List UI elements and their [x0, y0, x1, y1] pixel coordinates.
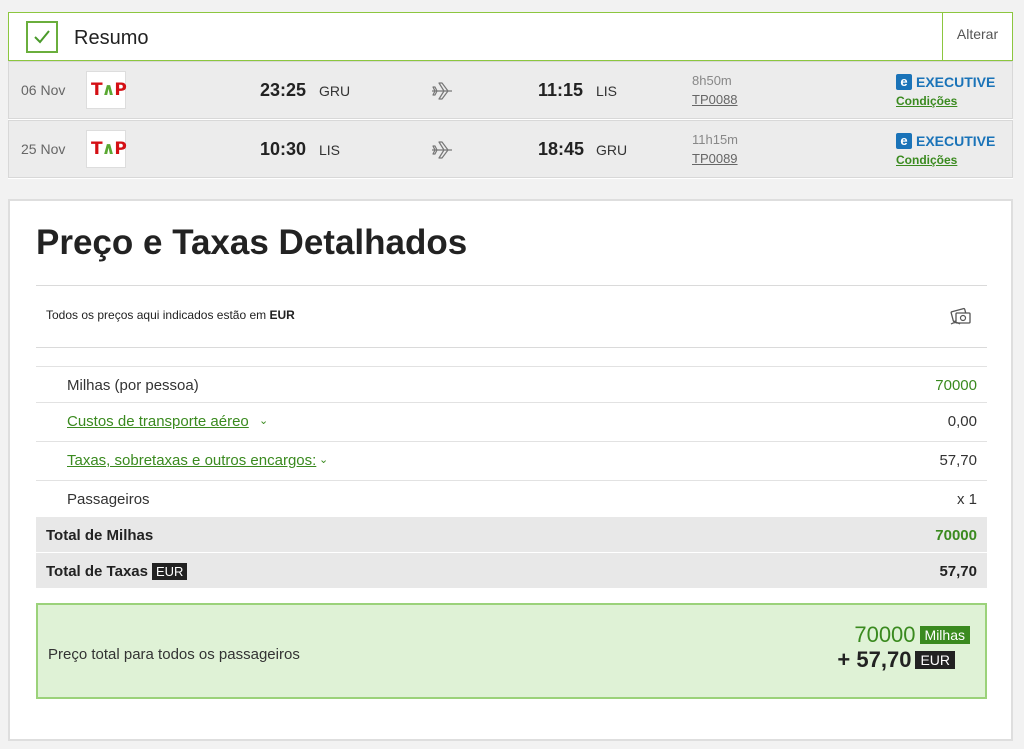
arrival-airport: LIS: [596, 83, 618, 99]
row-label-group: Total de Taxas EUR: [46, 563, 188, 580]
airline-logo: T∧P: [86, 130, 127, 168]
grand-total-eur: + 57,70 EUR: [837, 647, 955, 673]
tap-logo-icon: T∧P: [91, 80, 127, 100]
total-miles-row: Total de Milhas 70000: [36, 516, 987, 552]
cabin-label: EXECUTIVE: [916, 132, 996, 149]
flight-row: 25 Nov T∧P 10:30 LIS 18:45 GRU 11h15m TP…: [8, 120, 1013, 178]
executive-icon: e: [896, 73, 912, 90]
eur-tag: EUR: [915, 651, 955, 669]
departure-airport: GRU: [319, 83, 351, 99]
arrival-time: 18:45: [538, 139, 585, 159]
arrival-airport: GRU: [596, 142, 628, 158]
conditions-link[interactable]: Condições: [896, 94, 957, 108]
price-row-transport[interactable]: Custos de transporte aéreo ⌄ 0,00: [36, 402, 987, 441]
page-title: Preço e Taxas Detalhados: [36, 223, 468, 262]
price-row-miles: Milhas (por pessoa) 70000: [36, 366, 987, 402]
arrival-time: 11:15: [538, 80, 584, 100]
flight-row: 06 Nov T∧P 23:25 GRU 11:15 LIS 8h50m TP0…: [8, 61, 1013, 119]
chevron-down-icon[interactable]: ⌄: [319, 453, 328, 466]
departure-time: 10:30: [260, 139, 307, 159]
divider: [36, 347, 987, 348]
airline-logo: T∧P: [86, 71, 127, 109]
grand-total-miles: 70000 Milhas: [854, 622, 970, 648]
row-label: Total de Milhas: [46, 527, 154, 544]
row-value: x 1: [956, 491, 977, 508]
summary-card: Resumo Alterar 06 Nov T∧P 23:25 GRU 11:1…: [8, 12, 1013, 179]
currency-note-text: Todos os preços aqui indicados estão em: [46, 308, 267, 322]
divider: [36, 285, 987, 286]
departure-time: 23:25: [260, 80, 307, 100]
change-button[interactable]: Alterar: [942, 13, 1012, 60]
row-label: Passageiros: [67, 491, 150, 508]
grand-total-label: Preço total para todos os passageiros: [48, 646, 300, 663]
row-value: 70000: [935, 377, 977, 394]
grand-total-eur-value: + 57,70: [837, 647, 912, 672]
price-row-taxes[interactable]: Taxas, sobretaxas e outros encargos: ⌄ 5…: [36, 441, 987, 480]
executive-icon: e: [896, 132, 912, 149]
total-taxes-row: Total de Taxas EUR 57,70: [36, 552, 987, 588]
miles-tag: Milhas: [919, 626, 970, 644]
currency-note: Todos os preços aqui indicados estão em …: [46, 308, 295, 322]
row-value: 57,70: [939, 563, 977, 580]
tap-logo-icon: T∧P: [91, 139, 127, 159]
conditions-link[interactable]: Condições: [896, 153, 957, 167]
price-row-passengers: Passageiros x 1: [36, 480, 987, 516]
cabin-class: e EXECUTIVE: [896, 73, 995, 91]
summary-header: Resumo Alterar: [8, 12, 1013, 61]
flight-date: 25 Nov: [21, 141, 66, 157]
flight-duration: 8h50m: [692, 73, 732, 88]
cabin-label: EXECUTIVE: [916, 73, 996, 90]
currency-code: EUR: [269, 308, 295, 322]
price-panel: Preço e Taxas Detalhados Todos os preços…: [8, 199, 1013, 741]
check-icon: [26, 21, 58, 53]
row-value: 70000: [935, 527, 977, 544]
row-label: Total de Taxas: [46, 563, 148, 580]
row-label: Milhas (por pessoa): [67, 377, 199, 394]
departure-airport: LIS: [319, 142, 341, 158]
plane-icon: [432, 141, 452, 159]
taxes-link[interactable]: Taxas, sobretaxas e outros encargos:: [67, 452, 316, 469]
row-value: 57,70: [939, 452, 977, 469]
chevron-down-icon[interactable]: ⌄: [259, 414, 268, 427]
flight-number-link[interactable]: TP0088: [692, 92, 738, 107]
grand-total-box: Preço total para todos os passageiros 70…: [36, 603, 987, 699]
transport-costs-link[interactable]: Custos de transporte aéreo: [67, 413, 249, 430]
plane-icon: [432, 82, 452, 100]
row-value: 0,00: [947, 413, 977, 430]
grand-total-miles-value: 70000: [854, 622, 916, 647]
cabin-class: e EXECUTIVE: [896, 132, 995, 150]
flight-number-link[interactable]: TP0089: [692, 151, 738, 166]
summary-title: Resumo: [74, 27, 149, 49]
flight-duration: 11h15m: [692, 132, 739, 147]
currency-tag: EUR: [151, 563, 188, 580]
money-icon[interactable]: [948, 304, 974, 328]
flight-date: 06 Nov: [21, 82, 66, 98]
